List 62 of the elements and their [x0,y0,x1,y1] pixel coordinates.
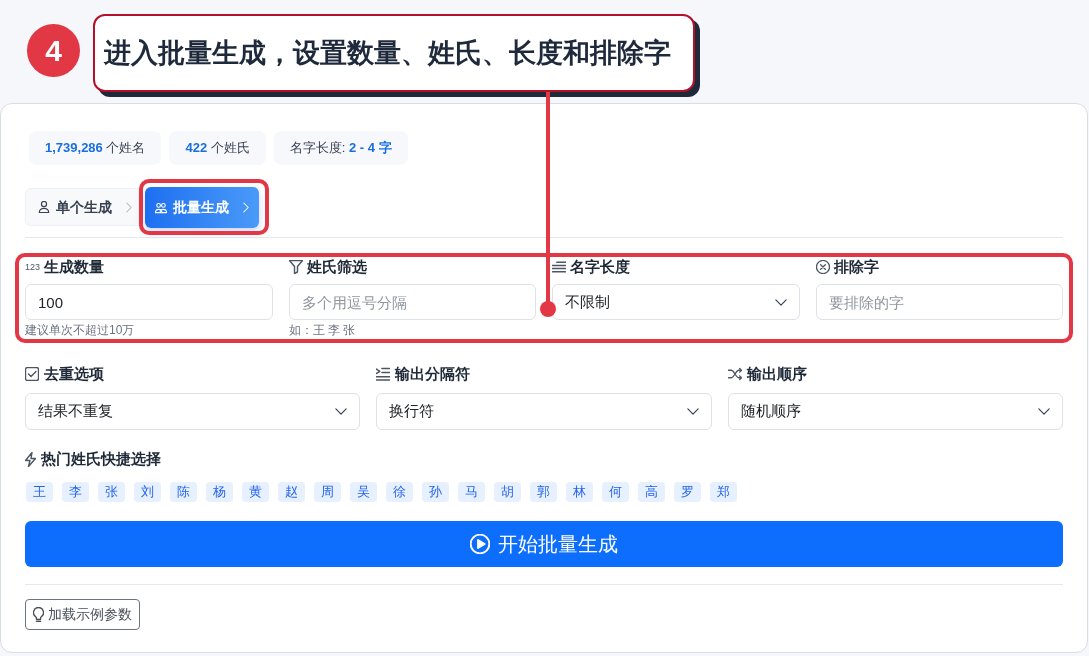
surname-chip[interactable]: 郭 [530,482,557,502]
field-hint: 建议单次不超过10万 [25,323,136,337]
surname-chip[interactable]: 徐 [386,482,413,502]
section-label: 热门姓氏快捷选择 [41,448,161,469]
shuffle-icon [727,367,742,381]
option-label: 去重选项 [44,363,104,384]
surname-chip[interactable]: 林 [566,482,593,502]
surname-chip[interactable]: 黄 [242,482,269,502]
tab[interactable]: 批量生成 [145,187,259,228]
select-field[interactable]: 结果不重复 [25,393,361,430]
surname-chip[interactable]: 胡 [494,482,521,502]
chevron-down-icon [335,408,348,415]
select-field[interactable]: 随机顺序 [727,393,1063,430]
people-icon [155,201,167,214]
lightning-icon [25,451,36,467]
chevron-right-icon [126,201,132,213]
surname-chip[interactable]: 吴 [350,482,377,502]
option-label: 输出分隔符 [395,363,471,384]
surname-chip[interactable]: 王 [26,482,53,502]
chevron-right-icon [243,202,249,213]
surname-chip[interactable]: 刘 [134,482,161,502]
tab[interactable]: 单个生成 [25,188,139,226]
lightbulb-icon [33,607,44,622]
surname-chip[interactable]: 孙 [422,482,449,502]
stat-chip: 名字长度: 2 - 4 字 [273,131,408,165]
surname-chip[interactable]: 马 [458,482,485,502]
field-label: 名字长度 [570,256,630,277]
lines-icon [552,260,566,274]
surname-chip[interactable]: 罗 [674,482,701,502]
input-field[interactable]: 多个用逗号分隔 [288,284,536,320]
indent-icon [376,367,391,381]
surname-chip[interactable]: 陈 [170,482,197,502]
field-hint: 如：王 李 张 [288,323,357,337]
step-badge: 4 [27,24,80,77]
chevron-down-icon [774,298,787,306]
surname-chip[interactable]: 郑 [710,482,737,502]
generate-button[interactable]: 开始批量生成 [25,521,1063,567]
person-icon [38,201,50,213]
play-icon [470,534,490,554]
field-label: 生成数量 [44,256,105,277]
checkbox-icon [25,367,39,381]
surname-chip[interactable]: 高 [638,482,665,502]
surname-chip[interactable]: 周 [314,482,341,502]
field-label: 姓氏筛选 [306,256,367,277]
load-example-button[interactable]: 加载示例参数 [25,599,140,630]
surname-chip[interactable]: 李 [62,482,89,502]
surname-chip[interactable]: 杨 [206,482,233,502]
chevron-down-icon [686,408,699,415]
stat-chip: 1,739,286 个姓名 [29,131,162,165]
stat-chip: 422 个姓氏 [169,131,266,165]
select-field[interactable]: 换行符 [376,393,712,430]
numbers-icon: 123 [25,262,41,272]
funnel-icon [288,260,303,274]
surname-chip[interactable]: 何 [602,482,629,502]
select-field[interactable]: 不限制 [552,284,800,320]
surname-chip[interactable]: 赵 [278,482,305,502]
input-field[interactable]: 100 [25,284,273,320]
surname-chip[interactable]: 张 [98,482,125,502]
chevron-down-icon [1038,408,1050,415]
field-label: 排除字 [833,256,879,277]
option-label: 输出顺序 [746,363,807,384]
input-field[interactable]: 要排除的字 [815,284,1063,320]
